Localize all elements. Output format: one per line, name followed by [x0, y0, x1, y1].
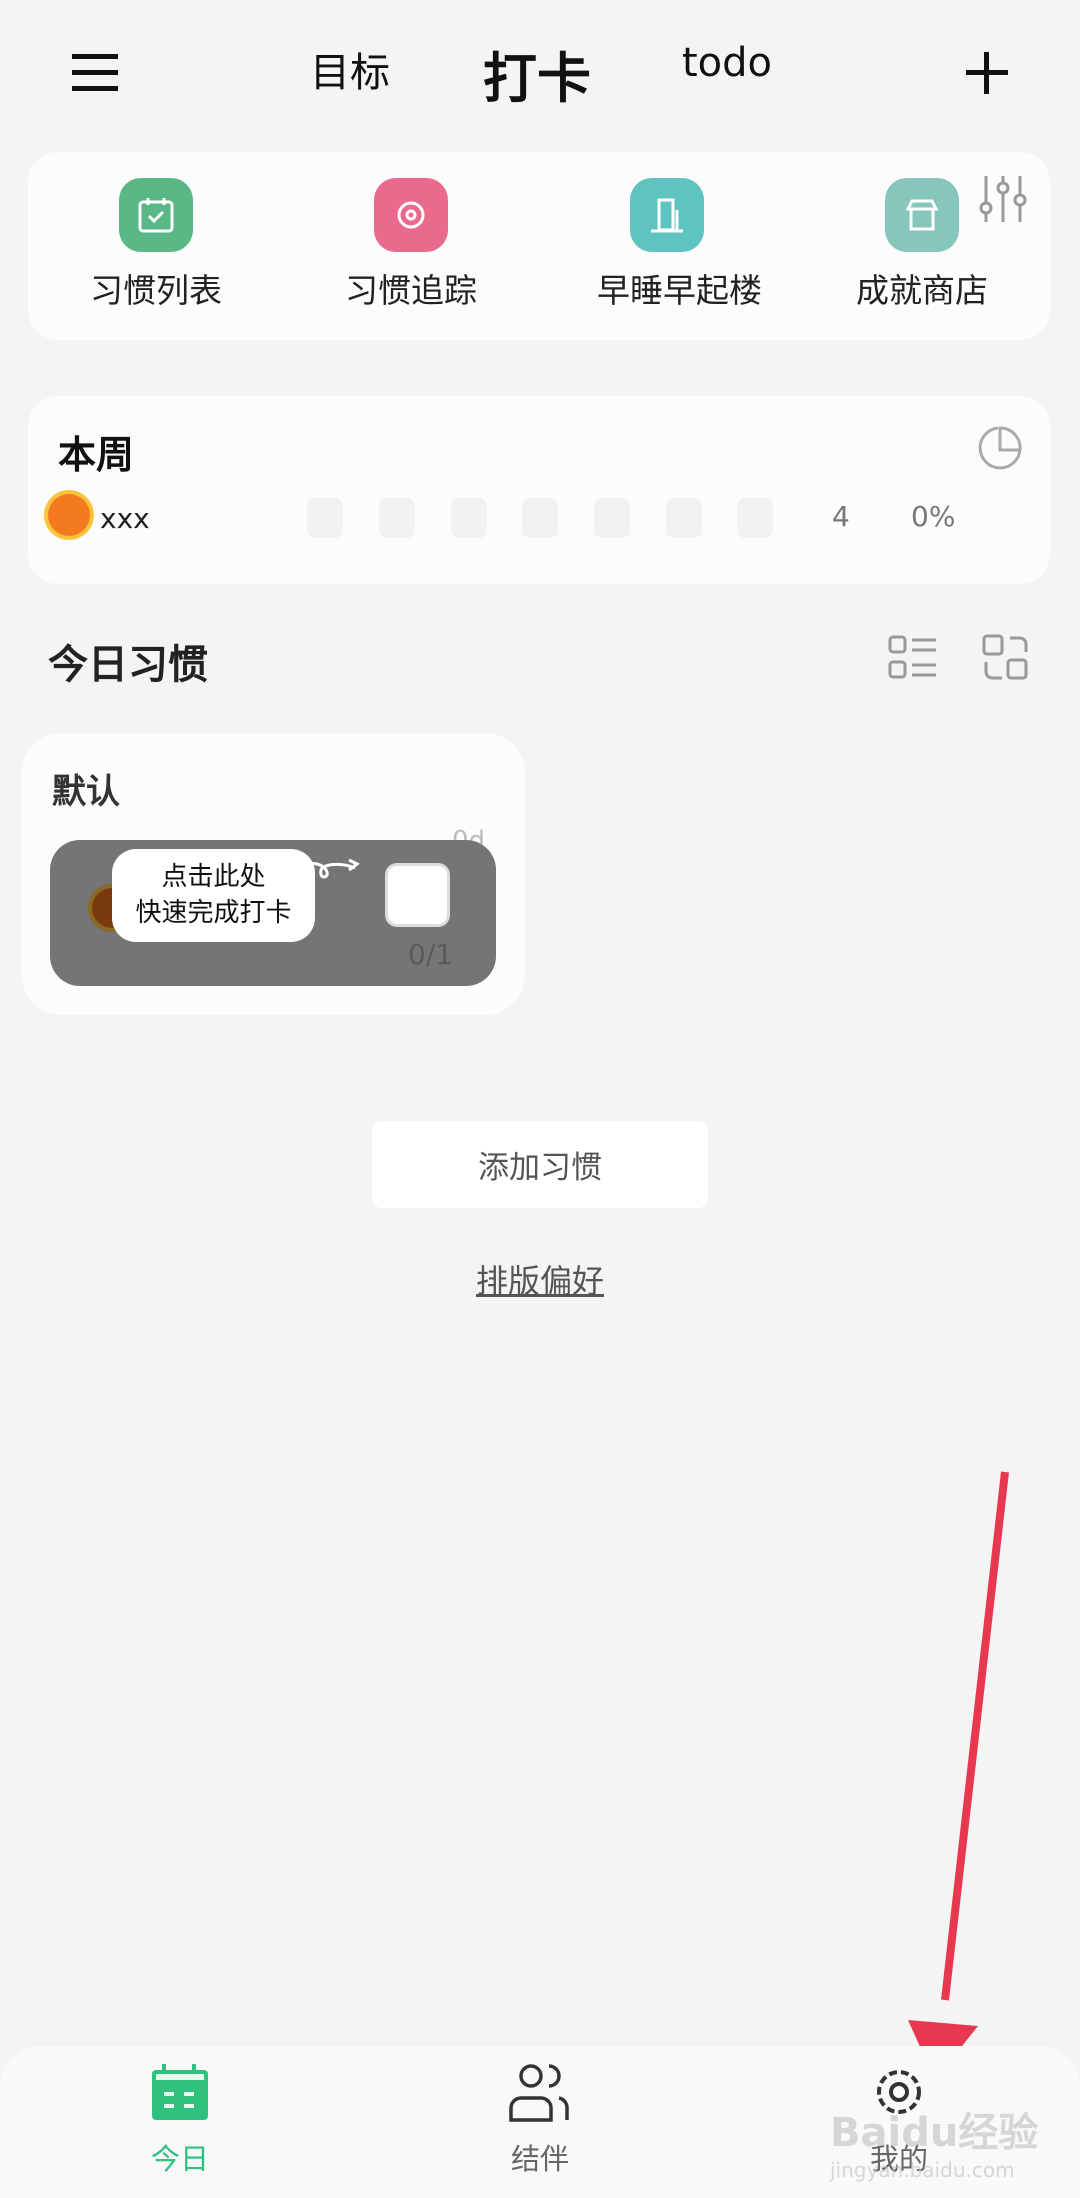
users-icon	[509, 2064, 569, 2122]
nav-partners[interactable]: 结伴	[460, 2062, 620, 2178]
watermark: Baidu经验 jingyan.baidu.com	[830, 2100, 1038, 2182]
nav-label: 今日	[150, 2142, 209, 2176]
nav-today[interactable]: 今日	[100, 2062, 260, 2178]
watermark-url: jingyan.baidu.com	[830, 2158, 1015, 2182]
watermark-text: Baidu经验	[830, 2110, 1039, 2156]
calendar-icon	[152, 2064, 208, 2120]
nav-label: 结伴	[510, 2142, 569, 2176]
red-arrow-annotation	[908, 1471, 1009, 2080]
